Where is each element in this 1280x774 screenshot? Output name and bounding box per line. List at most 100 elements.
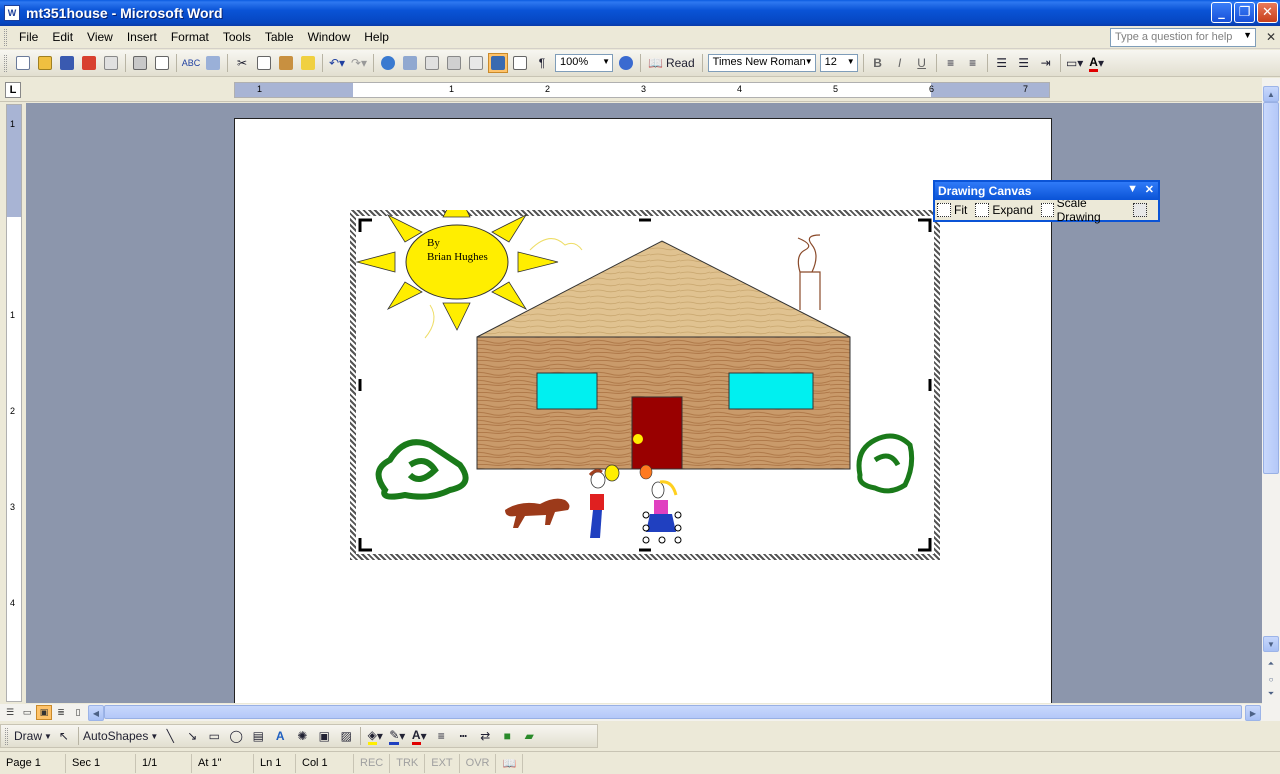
3d-style-icon[interactable]: ▰ xyxy=(519,726,539,746)
print-preview-icon[interactable] xyxy=(152,53,172,73)
cut-icon[interactable]: ✂ xyxy=(232,53,252,73)
arrow-icon[interactable]: ↘ xyxy=(182,726,202,746)
columns-icon[interactable] xyxy=(466,53,486,73)
drawing-toolbar-grip[interactable] xyxy=(5,727,8,745)
dash-style-icon[interactable]: ┅ xyxy=(453,726,473,746)
menu-tools[interactable]: Tools xyxy=(216,28,258,46)
spelling-status-icon[interactable]: 📖 xyxy=(496,753,524,773)
toolbar-grip[interactable] xyxy=(4,54,7,72)
horizontal-scroll-thumb[interactable] xyxy=(104,705,1242,719)
tab-selector-button[interactable]: L xyxy=(5,82,21,98)
menu-insert[interactable]: Insert xyxy=(120,28,164,46)
select-objects-icon[interactable]: ↖ xyxy=(54,726,74,746)
outline-view-icon[interactable]: ≣ xyxy=(53,705,69,720)
rectangle-icon[interactable]: ▭ xyxy=(204,726,224,746)
menu-grip[interactable] xyxy=(4,28,7,46)
scroll-down-icon[interactable]: ▼ xyxy=(1263,636,1279,652)
vertical-scrollbar[interactable]: ▲ ▼ ⏶ ○ ⏷ xyxy=(1262,78,1280,706)
permission-icon[interactable] xyxy=(79,53,99,73)
shadow-style-icon[interactable]: ■ xyxy=(497,726,517,746)
format-painter-icon[interactable] xyxy=(298,53,318,73)
draw-menu-button[interactable]: Draw ▼ xyxy=(14,726,52,746)
indent-icon[interactable]: ⇥ xyxy=(1036,53,1056,73)
undo-icon[interactable]: ↶▾ xyxy=(327,53,347,73)
wordart-icon[interactable]: A xyxy=(270,726,290,746)
fit-button[interactable]: Fit xyxy=(937,203,967,217)
text-box-icon[interactable]: ▤ xyxy=(248,726,268,746)
menu-edit[interactable]: Edit xyxy=(45,28,80,46)
scale-drawing-button[interactable]: Scale Drawing xyxy=(1041,196,1125,224)
menu-format[interactable]: Format xyxy=(164,28,216,46)
insert-excel-icon[interactable] xyxy=(444,53,464,73)
line-style-icon[interactable]: ≡ xyxy=(431,726,451,746)
drawing-toggle-icon[interactable] xyxy=(488,53,508,73)
font-size-select[interactable]: 12 ▼ xyxy=(819,54,858,72)
menu-help[interactable]: Help xyxy=(357,28,396,46)
drawing-canvas[interactable]: By Brian Hughes xyxy=(350,210,940,560)
email-icon[interactable] xyxy=(101,53,121,73)
fill-color-icon[interactable]: ◈ ▾ xyxy=(365,726,385,746)
toolbar-close-icon[interactable]: ✕ xyxy=(1145,183,1154,196)
vertical-scroll-thumb[interactable] xyxy=(1263,102,1279,474)
status-ovr[interactable]: OVR xyxy=(460,753,497,773)
borders-icon[interactable]: ▭▾ xyxy=(1065,53,1085,73)
reading-layout-icon[interactable]: ▯ xyxy=(70,705,86,720)
read-button[interactable]: 📖 Read xyxy=(645,53,698,73)
new-document-icon[interactable] xyxy=(13,53,33,73)
diagram-icon[interactable]: ✺ xyxy=(292,726,312,746)
status-trk[interactable]: TRK xyxy=(390,753,426,773)
numbering-icon[interactable]: ☰ xyxy=(992,53,1012,73)
redo-icon[interactable]: ↷▾ xyxy=(349,53,369,73)
menu-window[interactable]: Window xyxy=(301,28,358,46)
web-layout-icon[interactable]: ▭ xyxy=(19,705,35,720)
status-ext[interactable]: EXT xyxy=(425,753,460,773)
help-dropdown-icon[interactable]: ▼ xyxy=(1243,30,1252,40)
text-wrapping-button[interactable] xyxy=(1133,203,1150,217)
picture-icon[interactable]: ▨ xyxy=(336,726,356,746)
print-layout-icon[interactable]: ▣ xyxy=(36,705,52,720)
menu-table[interactable]: Table xyxy=(258,28,301,46)
hyperlink-icon[interactable] xyxy=(378,53,398,73)
horizontal-ruler[interactable]: 1 1 2 3 4 5 6 7 xyxy=(234,82,1050,98)
copy-icon[interactable] xyxy=(254,53,274,73)
select-browse-object-icon[interactable]: ○ xyxy=(1263,671,1279,687)
clip-art-icon[interactable]: ▣ xyxy=(314,726,334,746)
menu-view[interactable]: View xyxy=(80,28,120,46)
scroll-right-icon[interactable]: ▶ xyxy=(1245,705,1261,721)
scroll-up-icon[interactable]: ▲ xyxy=(1263,86,1279,102)
toolbar-options-icon[interactable]: ▼ xyxy=(1127,183,1138,195)
menu-file[interactable]: File xyxy=(12,28,45,46)
align-center-icon[interactable]: ≡ xyxy=(963,53,983,73)
save-icon[interactable] xyxy=(57,53,77,73)
font-name-select[interactable]: Times New Roman ▼ xyxy=(707,54,816,72)
italic-button[interactable]: I xyxy=(890,53,910,73)
previous-page-icon[interactable]: ⏶ xyxy=(1263,656,1279,672)
expand-button[interactable]: Expand xyxy=(975,203,1033,217)
document-close-icon[interactable]: ✕ xyxy=(1266,30,1276,44)
normal-view-icon[interactable]: ☰ xyxy=(2,705,18,720)
show-hide-icon[interactable]: ¶ xyxy=(532,53,552,73)
paste-icon[interactable] xyxy=(276,53,296,73)
open-folder-icon[interactable] xyxy=(35,53,55,73)
autoshapes-menu-button[interactable]: AutoShapes ▼ xyxy=(83,726,158,746)
next-page-icon[interactable]: ⏷ xyxy=(1263,686,1279,702)
vertical-ruler[interactable]: 1 1 2 3 4 xyxy=(6,104,22,702)
insert-table-icon[interactable] xyxy=(422,53,442,73)
help-search-input[interactable]: Type a question for help ▼ xyxy=(1110,28,1256,47)
tables-borders-icon[interactable] xyxy=(400,53,420,73)
restore-button[interactable]: ❐ xyxy=(1234,2,1255,23)
bold-button[interactable]: B xyxy=(868,53,888,73)
close-button[interactable]: ✕ xyxy=(1257,2,1278,23)
word-app-icon[interactable]: W xyxy=(4,5,20,21)
zoom-select[interactable]: 100% ▼ xyxy=(555,54,613,72)
spelling-icon[interactable]: ABC xyxy=(181,53,201,73)
line-icon[interactable]: ╲ xyxy=(160,726,180,746)
oval-icon[interactable]: ◯ xyxy=(226,726,246,746)
drawing-font-color-icon[interactable]: A ▾ xyxy=(409,726,429,746)
scroll-left-icon[interactable]: ◀ xyxy=(88,705,104,721)
align-left-icon[interactable]: ≡ xyxy=(941,53,961,73)
status-rec[interactable]: REC xyxy=(354,753,391,773)
print-icon[interactable] xyxy=(130,53,150,73)
help-icon[interactable] xyxy=(616,53,636,73)
font-color-icon[interactable]: A ▾ xyxy=(1087,53,1107,73)
